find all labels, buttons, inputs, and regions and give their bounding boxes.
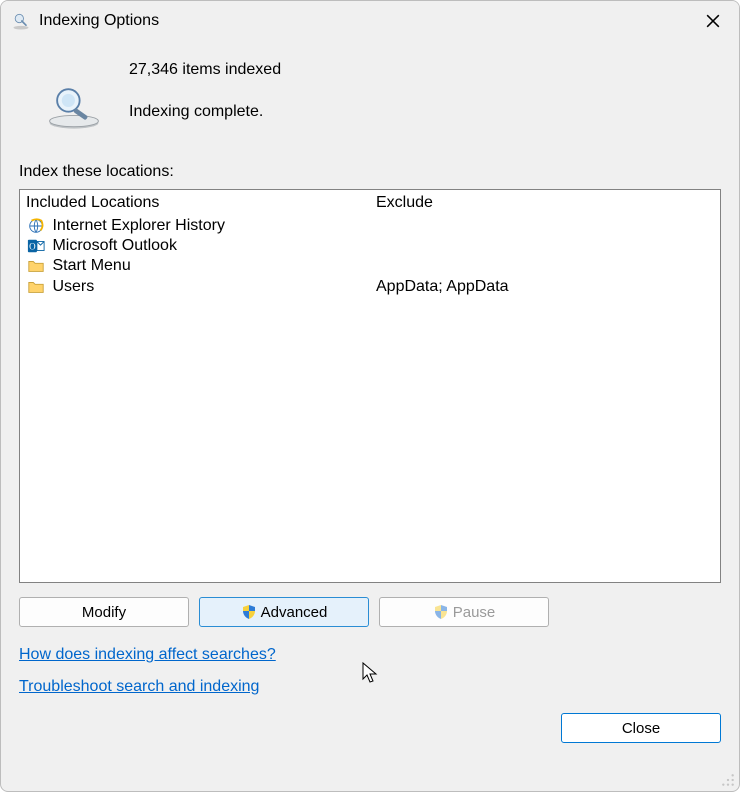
indexing-options-dialog: Indexing Options 27,346 items indexed In… — [0, 0, 740, 792]
list-item-label: Microsoft Outlook — [52, 237, 176, 254]
list-item-label: Users — [52, 278, 94, 295]
help-link[interactable]: How does indexing affect searches? — [19, 646, 276, 663]
titlebar: Indexing Options — [1, 1, 739, 41]
folder-icon — [26, 257, 46, 275]
ie-icon — [26, 217, 46, 235]
window-title: Indexing Options — [39, 12, 691, 30]
indexing-app-icon — [11, 11, 31, 31]
indexed-count: 27,346 items indexed — [129, 61, 281, 79]
modify-button-label: Modify — [82, 604, 126, 621]
close-icon[interactable] — [691, 5, 735, 37]
locations-list[interactable]: Included Locations Exclude Internet Expl… — [19, 189, 721, 583]
indexing-status-icon — [19, 57, 129, 131]
column-header-exclude[interactable]: Exclude — [370, 190, 720, 216]
list-item[interactable]: Users AppData; AppData — [20, 277, 720, 297]
list-item-label: Internet Explorer History — [52, 217, 225, 234]
list-item[interactable]: O Microsoft Outlook — [20, 236, 720, 256]
list-item-exclude — [370, 256, 720, 276]
list-item-exclude — [370, 236, 720, 256]
list-item[interactable]: Start Menu — [20, 256, 720, 276]
column-header-included[interactable]: Included Locations — [20, 190, 370, 216]
close-button-label: Close — [622, 720, 660, 737]
folder-icon — [26, 278, 46, 296]
pause-button: Pause — [379, 597, 549, 627]
locations-label: Index these locations: — [19, 163, 721, 181]
pause-button-label: Pause — [453, 604, 496, 621]
close-button[interactable]: Close — [561, 713, 721, 743]
outlook-icon: O — [26, 237, 46, 255]
troubleshoot-link[interactable]: Troubleshoot search and indexing — [19, 678, 259, 695]
list-item[interactable]: Internet Explorer History — [20, 216, 720, 236]
resize-grip-icon[interactable] — [721, 773, 735, 787]
svg-text:O: O — [29, 242, 36, 252]
list-item-exclude — [370, 216, 720, 236]
advanced-button-label: Advanced — [261, 604, 328, 621]
modify-button[interactable]: Modify — [19, 597, 189, 627]
uac-shield-icon — [241, 604, 257, 620]
advanced-button[interactable]: Advanced — [199, 597, 369, 627]
uac-shield-icon — [433, 604, 449, 620]
list-item-exclude: AppData; AppData — [370, 277, 720, 297]
list-item-label: Start Menu — [52, 258, 130, 275]
indexing-status-message: Indexing complete. — [129, 103, 281, 121]
